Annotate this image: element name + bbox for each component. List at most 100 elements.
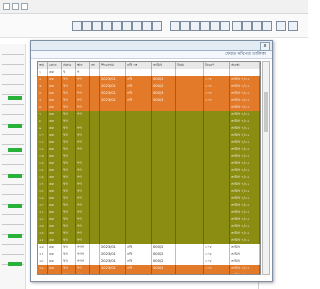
background-divider <box>2 144 24 145</box>
undo-icon[interactable] <box>21 3 28 10</box>
column-header[interactable]: তারিখ <box>152 62 176 69</box>
table-cell <box>176 132 204 139</box>
table-cell: কক <box>48 139 62 146</box>
toolbar-button-icon[interactable] <box>112 21 122 31</box>
table-cell <box>126 111 152 118</box>
table-cell <box>100 195 126 202</box>
table-cell <box>100 167 126 174</box>
toolbar-button-icon[interactable] <box>152 21 162 31</box>
table-cell: 2023/01 <box>100 258 126 265</box>
table-cell: তারিখ ৭/১২ <box>230 104 260 111</box>
table-cell: নথি <box>126 97 152 104</box>
toolbar-button-icon[interactable] <box>92 21 102 31</box>
table-cell: 2023/01 <box>100 251 126 258</box>
table-cell: তারিখ <box>230 244 260 251</box>
column-header[interactable]: অবস্থা <box>230 62 260 69</box>
toolbar-button-icon[interactable] <box>200 21 210 31</box>
table-cell <box>204 272 230 274</box>
scrollbar-thumb[interactable] <box>264 92 268 132</box>
table-cell: গগ <box>76 209 90 216</box>
toolbar-button-icon[interactable] <box>232 21 242 31</box>
toolbar-button-icon[interactable] <box>82 21 92 31</box>
table-cell: কক <box>48 104 62 111</box>
table-cell <box>90 272 100 274</box>
table-cell: খখ <box>62 188 76 195</box>
toolbar-button-icon[interactable] <box>122 21 132 31</box>
column-header[interactable]: নথি নং <box>126 62 152 69</box>
toolbar-button-icon[interactable] <box>142 21 152 31</box>
toolbar-button-icon[interactable] <box>242 21 252 31</box>
table-cell: গগ <box>76 97 90 104</box>
column-header[interactable]: নং <box>90 62 100 69</box>
status-marker <box>8 204 22 208</box>
table-cell: খখ <box>62 90 76 97</box>
table-cell: গ <box>76 69 90 76</box>
table-cell <box>90 104 100 111</box>
toolbar-button-icon[interactable] <box>210 21 220 31</box>
table-cell <box>204 202 230 209</box>
table-cell: কক <box>48 153 62 160</box>
toolbar-button-icon[interactable] <box>262 21 272 31</box>
column-header[interactable]: বিষয় <box>176 62 204 69</box>
table-cell <box>176 258 204 265</box>
vertical-scrollbar[interactable] <box>262 61 270 275</box>
app-menu-icon[interactable] <box>3 3 10 10</box>
background-divider <box>2 194 24 195</box>
column-header[interactable]: স্থান <box>76 62 90 69</box>
table-cell: নথি <box>126 251 152 258</box>
toolbar-button-icon[interactable] <box>252 21 262 31</box>
table-cell <box>152 153 176 160</box>
toolbar-button-icon[interactable] <box>132 21 142 31</box>
table-cell <box>100 69 126 76</box>
table-cell: খখ <box>62 195 76 202</box>
table-cell: খখ <box>62 104 76 111</box>
toolbar-button-icon[interactable] <box>102 21 112 31</box>
table-cell <box>152 132 176 139</box>
column-header[interactable]: কোড <box>48 62 62 69</box>
table-cell: কক <box>48 188 62 195</box>
table-cell: খখ <box>62 216 76 223</box>
toolbar-button-icon[interactable] <box>180 21 190 31</box>
table-cell <box>126 118 152 125</box>
background-divider <box>2 254 24 255</box>
table-cell: খখ <box>62 230 76 237</box>
table-cell <box>152 69 176 76</box>
table-cell: 000/2 <box>152 251 176 258</box>
save-icon[interactable] <box>12 3 19 10</box>
background-divider <box>2 224 24 225</box>
toolbar-button-icon[interactable] <box>276 21 286 31</box>
table-cell: গগগ <box>76 251 90 258</box>
table-cell: ২ <box>38 76 48 83</box>
table-cell <box>90 76 100 83</box>
table-cell: খ <box>62 69 76 76</box>
table-row[interactable]: ৩০ কক খখ গগ তারিখ ৭/১২ <box>38 272 260 274</box>
status-marker <box>8 174 22 178</box>
document-grid[interactable]: ক্রম কোড প্রকার স্থান নং শিরোনাম নথি নং তারিখ বি… <box>37 61 261 275</box>
table-cell: ১০৮ <box>204 83 230 90</box>
toolbar-button-icon[interactable] <box>190 21 200 31</box>
table-cell: খখ <box>62 125 76 132</box>
column-header[interactable]: ক্রম <box>38 62 48 69</box>
table-cell <box>176 181 204 188</box>
table-cell <box>152 237 176 244</box>
table-cell: গগ <box>76 195 90 202</box>
toolbar-button-icon[interactable] <box>72 21 82 31</box>
table-cell: কক <box>48 216 62 223</box>
table-cell: তারিখ ৭/১২ <box>230 97 260 104</box>
close-icon[interactable]: x <box>260 42 270 51</box>
table-cell: ৫ <box>38 97 48 104</box>
column-header[interactable]: প্রকার <box>62 62 76 69</box>
table-cell: তারিখ ৭/১২ <box>230 272 260 274</box>
table-cell: ১০৮ <box>204 265 230 272</box>
table-cell: ১ <box>38 69 48 76</box>
column-header[interactable]: বিবরণ <box>204 62 230 69</box>
table-cell <box>90 90 100 97</box>
table-cell: ২৬ <box>38 244 48 251</box>
toolbar-button-icon[interactable] <box>288 21 298 31</box>
toolbar-button-icon[interactable] <box>170 21 180 31</box>
column-header[interactable]: শিরোনাম <box>100 62 126 69</box>
table-cell: কক <box>48 181 62 188</box>
dialog-subtitle: ফেরত নথিপত্র তালিকা <box>31 51 272 59</box>
toolbar-button-icon[interactable] <box>220 21 230 31</box>
table-cell <box>176 83 204 90</box>
